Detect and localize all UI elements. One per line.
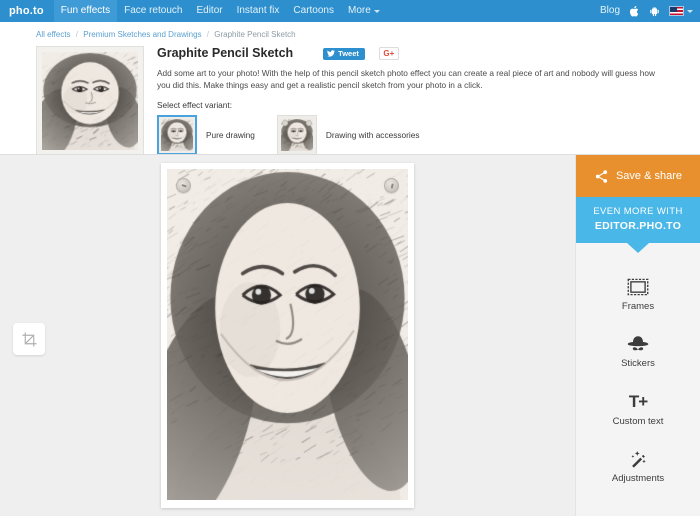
tweet-label: Tweet [338, 49, 359, 59]
nav-item-face-retouch[interactable]: Face retouch [117, 0, 189, 22]
variant-option-with-accessories[interactable]: Drawing with accessories [276, 114, 420, 155]
frame-icon [627, 276, 649, 298]
hat-mustache-icon [626, 333, 650, 355]
breadcrumb: All effects / Premium Sketches and Drawi… [36, 28, 670, 46]
twitter-bird-icon [327, 50, 336, 58]
nav-label: Instant fix [236, 5, 280, 16]
secondary-nav: Blog [600, 0, 700, 22]
tool-label: Adjustments [611, 473, 665, 485]
save-and-share-button[interactable]: Save & share [576, 155, 700, 197]
nav-label: Cartoons [293, 5, 334, 16]
nav-item-fun-effects[interactable]: Fun effects [53, 0, 118, 24]
tweet-button[interactable]: Tweet [323, 48, 365, 60]
nav-item-more[interactable]: More [341, 0, 387, 22]
nav-item-editor[interactable]: Editor [189, 0, 229, 22]
variant-thumbnail [276, 114, 317, 155]
tool-label: Frames [621, 300, 655, 312]
chevron-down-icon [373, 9, 380, 13]
save-share-label: Save & share [615, 170, 683, 182]
apple-icon[interactable] [629, 5, 640, 18]
breadcrumb-separator: / [206, 30, 209, 39]
pin-icon [305, 119, 312, 126]
nav-item-cartoons[interactable]: Cartoons [286, 0, 341, 22]
variant-label: Pure drawing [206, 129, 255, 140]
sidebar-tool-adjustments[interactable]: Adjustments [576, 437, 700, 495]
share-icon [595, 169, 608, 183]
sidebar-tool-frames[interactable]: Frames [576, 265, 700, 323]
tool-label: Stickers [621, 358, 655, 370]
google-plus-button[interactable]: G+ [378, 47, 399, 61]
pin-icon [281, 119, 288, 126]
photo-canvas-area [0, 155, 575, 516]
variant-options: Pure drawing Drawing with accessories [157, 114, 670, 155]
nav-label: More [347, 5, 371, 16]
workspace: Save & share EVEN MORE WITH EDITOR.PHO.T… [0, 154, 700, 516]
effect-details: Graphite Pencil Sketch Tweet G+ Add some… [144, 46, 670, 155]
effect-info-panel: All effects / Premium Sketches and Drawi… [0, 22, 700, 156]
variant-label: Drawing with accessories [325, 129, 420, 140]
sketch-portrait-large [167, 169, 408, 500]
effect-preview-thumbnail [36, 46, 144, 156]
site-logo[interactable]: pho.to [0, 0, 54, 22]
primary-nav: Fun effects Face retouch Editor Instant … [53, 0, 387, 24]
breadcrumb-item-category[interactable]: Premium Sketches and Drawings [83, 30, 201, 39]
variant-section-label: Select effect variant: [157, 99, 233, 110]
sidebar-tool-custom-text[interactable]: T+ Custom text [576, 380, 700, 438]
language-selector[interactable] [669, 6, 693, 16]
sketch-portrait-variant-1 [161, 118, 193, 151]
nav-label: Face retouch [124, 5, 183, 16]
promo-line-2: EDITOR.PHO.TO [594, 219, 682, 232]
nav-label: Editor [196, 5, 223, 16]
page-title: Graphite Pencil Sketch [157, 46, 294, 60]
variant-thumbnail [157, 114, 197, 155]
crop-icon [21, 331, 37, 347]
nav-label: Fun effects [60, 5, 111, 16]
right-sidebar: Save & share EVEN MORE WITH EDITOR.PHO.T… [575, 155, 700, 516]
crop-tool-button[interactable] [13, 323, 45, 355]
sketch-portrait-preview [42, 52, 138, 150]
tool-label: Custom text [612, 415, 664, 427]
pin-left-icon[interactable] [176, 178, 191, 193]
top-navigation-bar: pho.to Fun effects Face retouch Editor I… [0, 0, 700, 24]
promo-line-1: EVEN MORE WITH [593, 206, 683, 217]
breadcrumb-separator: / [75, 30, 79, 39]
magic-wand-icon [627, 448, 649, 470]
photo-frame[interactable] [161, 163, 414, 508]
social-share-group: Tweet G+ [323, 47, 399, 61]
chevron-down-icon [687, 9, 693, 13]
photo-inner [167, 169, 408, 500]
sidebar-tool-stickers[interactable]: Stickers [576, 322, 700, 380]
nav-label: Blog [599, 5, 620, 16]
variant-option-pure-drawing[interactable]: Pure drawing [157, 114, 255, 155]
nav-item-blog[interactable]: Blog [600, 6, 620, 16]
pin-right-icon[interactable] [384, 178, 399, 193]
gplus-label: G+ [383, 48, 395, 58]
breadcrumb-item-all-effects[interactable]: All effects [36, 30, 71, 39]
nav-item-instant-fix[interactable]: Instant fix [230, 0, 287, 22]
text-plus-icon: T+ [628, 392, 648, 412]
effect-info-body: Graphite Pencil Sketch Tweet G+ Add some… [36, 46, 670, 156]
sidebar-tools: Frames Stickers T+ Custom text Adjustmen… [576, 243, 700, 495]
editor-promo-banner[interactable]: EVEN MORE WITH EDITOR.PHO.TO [576, 197, 700, 243]
title-row: Graphite Pencil Sketch Tweet G+ [157, 46, 670, 61]
android-icon[interactable] [649, 5, 660, 18]
effect-description: Add some art to your photo! With the hel… [157, 67, 655, 90]
us-flag-icon [669, 6, 684, 16]
breadcrumb-item-current: Graphite Pencil Sketch [214, 30, 296, 39]
